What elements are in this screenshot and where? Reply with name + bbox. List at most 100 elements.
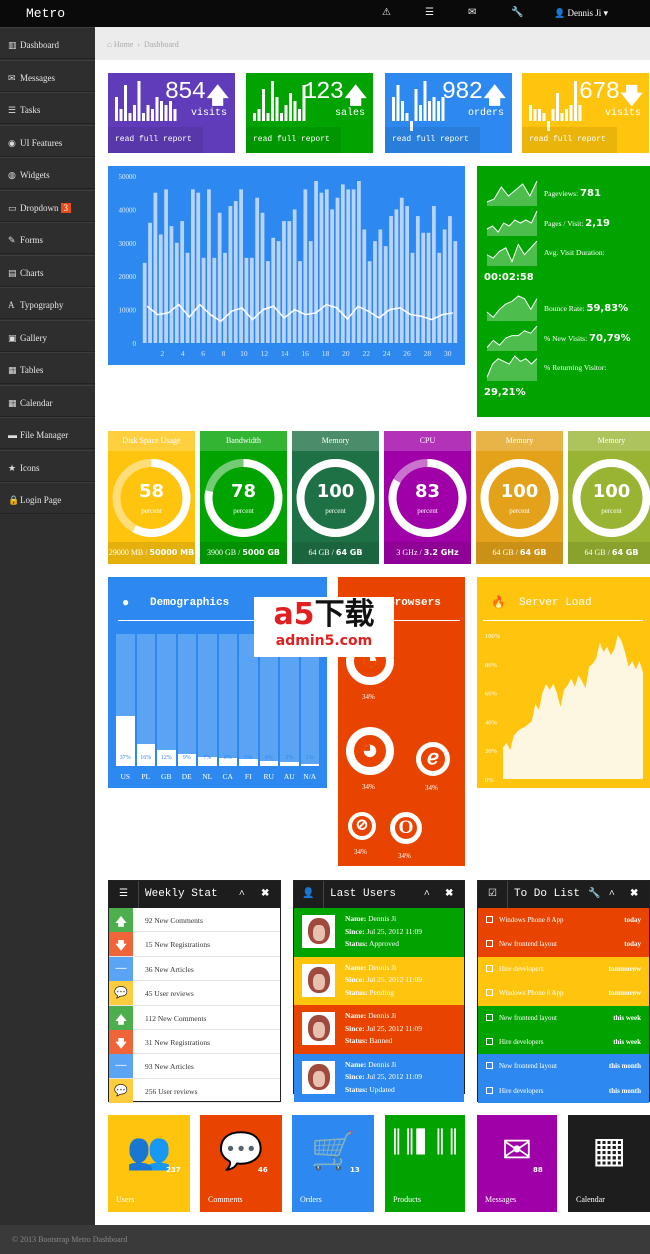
todo-item[interactable]: Windows Phone 8 App tommorow <box>478 981 649 1006</box>
todo-checkbox[interactable] <box>486 989 493 997</box>
tile-comments[interactable]: 💬 Comments 46 <box>200 1115 282 1212</box>
arrow-comment-icon: 💬 <box>109 1078 133 1103</box>
sidebar-item-ui-features[interactable]: ◉ UI Features <box>0 124 95 157</box>
close-icon[interactable]: ✖ <box>630 888 638 899</box>
weekly-stat-row: 💬 256 User reviews <box>109 1078 280 1104</box>
sidebar-item-login-page[interactable]: 🔒Login Page <box>0 482 95 514</box>
chart-bar <box>196 192 201 343</box>
todo-checkbox[interactable] <box>486 916 493 923</box>
sidebar-item-dashboard[interactable]: ▥ Dashboard <box>0 27 95 59</box>
user-row[interactable]: Name: Dennis Ji Since: Jul 25, 2012 11:09… <box>294 1053 464 1102</box>
todo-checkbox[interactable] <box>486 1013 493 1021</box>
todo-due: this month <box>608 1086 641 1095</box>
sidebar-item-icons[interactable]: ★ Icons <box>0 449 95 482</box>
site-stat-row: % Returning Visitor: <box>544 363 606 372</box>
chart-bar <box>357 181 361 343</box>
wrench-icon[interactable]: 🔧 <box>511 7 523 18</box>
read-report-link[interactable]: read full report <box>385 127 480 153</box>
avatar <box>302 1012 335 1045</box>
todo-checkbox[interactable] <box>486 1086 493 1094</box>
collapse-icon[interactable]: ˄ <box>424 888 430 899</box>
sidebar-item-messages[interactable]: ✉ Messages <box>0 59 95 92</box>
user-row[interactable]: Name: Dennis Ji Since: Jul 25, 2012 11:09… <box>294 956 464 1005</box>
gauge-memory: Memory 100 percent 64 GB / 64 GB <box>568 431 650 564</box>
chart-bar <box>410 252 415 343</box>
chart-bar <box>453 241 458 343</box>
spark-bar <box>280 113 283 121</box>
user-status: Pending <box>369 987 394 997</box>
warning-icon[interactable]: ⚠ <box>382 7 391 18</box>
breadcrumb-home[interactable]: Home <box>114 40 134 49</box>
collapse-icon[interactable]: ˄ <box>609 888 615 899</box>
field-label: Since: <box>345 975 365 984</box>
chart-bar <box>239 189 243 343</box>
todo-checkbox[interactable] <box>486 1062 493 1070</box>
breadcrumb-separator: › <box>135 40 143 49</box>
chart-bar <box>319 192 324 343</box>
stat-tile-sales[interactable]: 123 🡅 sales read full report <box>246 73 373 153</box>
todo-item[interactable]: Hire developers tommorow <box>478 956 649 982</box>
sidebar-item-calendar[interactable]: ▦ Calendar <box>0 384 95 417</box>
bar-value: 1% <box>305 755 314 761</box>
sidebar-item-forms[interactable]: ✎ Forms <box>0 222 95 254</box>
stat-tile-visits[interactable]: 678 🡇 visits read full report <box>522 73 649 153</box>
user-menu[interactable]: 👤 Dennis Ji ▾ <box>554 8 608 19</box>
todo-checkbox[interactable] <box>486 940 493 948</box>
sidebar-item-file-manager[interactable]: ▬ File Manager <box>0 417 95 449</box>
gauge-title: Disk Space Usage <box>122 436 181 445</box>
user-name: Dennis Ji <box>368 1059 397 1069</box>
browser-share: 34% <box>425 784 438 792</box>
spark-bar <box>437 101 440 121</box>
sidebar-item-tasks[interactable]: ☰ Tasks <box>0 92 95 124</box>
sidebar-item-gallery[interactable]: ▣ Gallery <box>0 319 95 352</box>
todo-item[interactable]: Windows Phone 8 App today <box>478 908 649 933</box>
x-tick-label: 28 <box>424 349 432 358</box>
todo-item[interactable]: New frontend layout this week <box>478 1005 649 1030</box>
wrench-icon[interactable]: 🔧 <box>588 888 600 899</box>
gauge-unit: percent <box>601 507 622 515</box>
sidebar-item-charts[interactable]: ▤ Charts <box>0 254 95 287</box>
read-report-link[interactable]: read full report <box>522 127 617 153</box>
tile-orders[interactable]: 🛒 Orders 13 <box>292 1115 374 1212</box>
todo-text: New frontend layout <box>499 1062 557 1071</box>
top-navbar: Metro ⚠ ☰ ✉ 🔧 👤 Dennis Ji ▾ <box>0 0 650 27</box>
sidebar-item-typography[interactable]: A Typography <box>0 287 95 319</box>
stat-tile-orders[interactable]: 982 🡅 orders read full report <box>385 73 512 153</box>
tile-users[interactable]: 👥 Users 237 <box>108 1115 190 1212</box>
todo-item[interactable]: Hire developers this month <box>478 1078 649 1104</box>
todo-checkbox[interactable] <box>486 964 493 972</box>
stat-tile-visits[interactable]: 854 🡅 visits read full report <box>108 73 235 153</box>
forms-icon: ✎ <box>8 235 16 245</box>
read-report-link[interactable]: read full report <box>108 127 203 153</box>
tasks-icon[interactable]: ☰ <box>425 7 434 18</box>
user-row[interactable]: Name: Dennis Ji Since: Jul 25, 2012 11:09… <box>294 1005 464 1054</box>
bar-country: DE <box>181 772 192 781</box>
read-report-link[interactable]: read full report <box>246 127 341 153</box>
chart-bar <box>383 246 388 343</box>
todo-item[interactable]: New frontend layout this month <box>478 1054 649 1079</box>
chart-bar <box>340 184 345 343</box>
field-label: Status: <box>345 987 368 997</box>
y-tick-label: 0 <box>133 340 137 348</box>
close-icon[interactable]: ✖ <box>445 888 453 899</box>
collapse-icon[interactable]: ˄ <box>239 888 245 899</box>
envelope-icon[interactable]: ✉ <box>468 7 476 18</box>
gauge-title: Memory <box>597 436 626 445</box>
sidebar-item-tables[interactable]: ▦ Tables <box>0 352 95 384</box>
tile-messages[interactable]: ✉ Messages 88 <box>477 1115 557 1212</box>
sidebar-item-dropdown[interactable]: ▭ Dropdown 3 <box>0 189 95 222</box>
calendar-icon: ▦ <box>8 397 17 408</box>
sidebar-item-label: Charts <box>20 267 44 278</box>
tile-products[interactable]: ║║▌║║ Products <box>385 1115 465 1212</box>
todo-item[interactable]: Hire developers this week <box>478 1029 649 1055</box>
todo-item[interactable]: New frontend layout today <box>478 932 649 957</box>
close-icon[interactable]: ✖ <box>261 888 269 899</box>
tile-calendar[interactable]: ▦ Calendar <box>568 1115 650 1212</box>
sidebar-item-widgets[interactable]: ◍ Widgets <box>0 157 95 189</box>
file-manager-icon: ▬ <box>8 430 17 440</box>
tile-count: 237 <box>166 1166 181 1174</box>
user-row[interactable]: Name: Dennis Ji Since: Jul 25, 2012 11:09… <box>294 908 464 957</box>
arrow-minus-icon: — <box>109 1054 133 1079</box>
todo-checkbox[interactable] <box>486 1037 493 1045</box>
brand-logo[interactable]: Metro <box>26 6 65 21</box>
